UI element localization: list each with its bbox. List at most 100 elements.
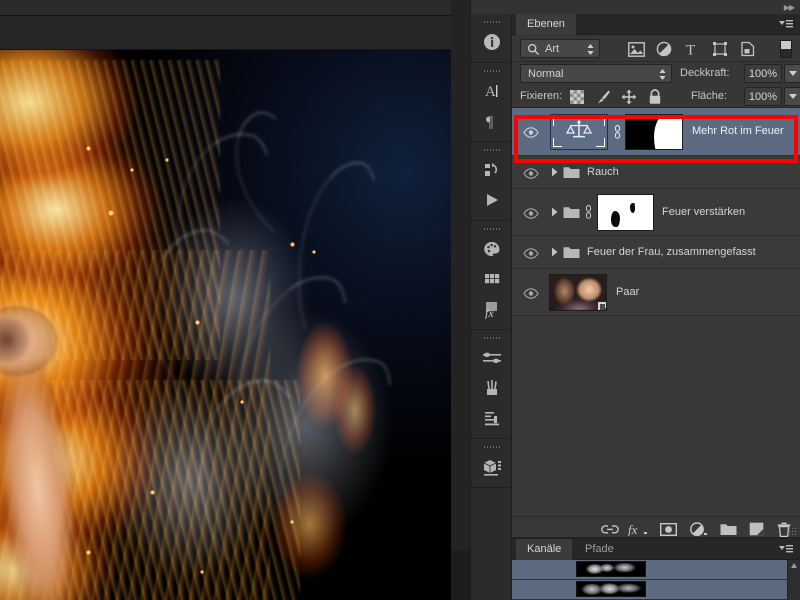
svg-text:¶: ¶ [486,114,494,131]
channels-scrollbar[interactable] [787,560,800,600]
brush-presets-panel-icon[interactable] [471,373,513,403]
color-panel-icon[interactable] [471,234,513,264]
opacity-dropdown-arrow[interactable] [784,64,800,83]
layer-list[interactable]: Mehr Rot im Feuer Rauch Feuer verstärken… [512,108,800,516]
lock-transparency-icon[interactable] [568,88,585,105]
blend-mode-select[interactable]: Normal [520,64,672,83]
actions-panel-icon[interactable] [471,185,513,215]
table-row[interactable]: Feuer der Frau, zusammengefasst [512,236,800,269]
table-row[interactable]: Feuer verstärken [512,189,800,236]
table-row[interactable]: Paar [512,269,800,316]
filter-shape-icon[interactable] [711,40,729,58]
tab-ebenen[interactable]: Ebenen [516,14,576,35]
layer-name[interactable]: Rauch [587,166,619,178]
artwork-canvas [0,50,451,600]
layer-name[interactable]: Mehr Rot im Feuer [692,125,784,137]
layer-thumbnail[interactable] [549,274,607,311]
brush-settings-panel-icon[interactable] [471,403,513,433]
scroll-up-arrow-icon[interactable] [791,563,797,568]
mask-link-icon[interactable] [583,205,594,219]
layer-name[interactable]: Paar [616,286,639,298]
layer-mask-thumbnail[interactable] [597,194,654,231]
lock-label: Fixieren: [520,90,563,102]
ember [195,320,200,325]
filter-type-icon[interactable]: T [683,40,701,58]
up-down-stepper-icon[interactable] [587,44,594,58]
rail-group-info [471,14,513,63]
history-panel-icon[interactable] [471,155,513,185]
info-panel-icon[interactable] [471,27,513,57]
ember [290,520,294,524]
paragraph-panel-icon[interactable]: ¶ [471,106,513,136]
layer-visibility-toggle[interactable] [522,205,540,221]
svg-text:T: T [686,43,695,58]
mask-base [598,195,653,230]
filter-kind-select[interactable]: Art [520,39,600,58]
layer-visibility-toggle[interactable] [522,165,540,181]
blend-mode-value: Normal [528,68,564,80]
lock-position-icon[interactable] [620,88,637,105]
ember [130,168,134,172]
canvas-right-gutter [451,0,470,550]
character-panel-icon[interactable]: A [471,76,513,106]
link-layers-button[interactable] [598,520,622,538]
tab-kanaele[interactable]: Kanäle [516,539,573,560]
panel-resize-grip[interactable] [788,527,797,536]
new-group-button[interactable] [716,520,740,538]
filter-adjustment-icon[interactable] [655,40,673,58]
up-down-stepper-icon[interactable] [659,69,666,83]
expand-panels-icon[interactable]: ▶▶ [784,3,795,12]
rail-grip[interactable] [484,147,500,152]
ember [150,490,155,495]
document-tabbar [0,16,470,50]
layer-name[interactable]: Feuer verstärken [662,206,745,218]
rail-grip[interactable] [484,226,500,231]
svg-text:fx: fx [628,522,638,536]
rail-grip[interactable] [484,335,500,340]
layer-mask-thumbnail[interactable] [625,114,683,150]
lock-row: Fixieren: Fläche: 100% [512,85,800,108]
tab-pfade[interactable]: Pfade [574,539,625,560]
rail-grip[interactable] [484,444,500,449]
opacity-input[interactable]: 100% [744,64,782,83]
new-adjustment-layer-button[interactable] [686,520,710,538]
group-expand-triangle-icon[interactable] [549,206,559,218]
list-item[interactable] [512,580,800,600]
group-expand-triangle-icon[interactable] [549,166,559,178]
swatches-panel-icon[interactable] [471,264,513,294]
flame-right-3 [260,450,370,600]
layer-style-button[interactable]: fx [626,520,650,538]
filter-pixel-icon[interactable] [627,40,645,58]
table-row[interactable]: Rauch [512,156,800,189]
rail-group-color: fx [471,221,513,330]
lock-all-padlock-icon[interactable] [646,88,663,105]
channel-thumbnail[interactable] [576,581,646,597]
channels-list[interactable] [512,560,800,600]
new-layer-button[interactable] [744,520,768,538]
mask-link-icon[interactable] [612,125,623,139]
add-layer-mask-button[interactable] [656,520,680,538]
layer-name[interactable]: Feuer der Frau, zusammengefasst [587,246,756,258]
list-item[interactable] [512,560,800,580]
rail-grip[interactable] [484,68,500,73]
group-expand-triangle-icon[interactable] [549,246,559,258]
styles-panel-icon[interactable]: fx [471,294,513,324]
panel-menu-icon[interactable] [778,543,794,556]
fill-dropdown-arrow[interactable] [784,87,800,106]
lock-image-pixels-icon[interactable] [594,88,611,105]
panel-menu-icon[interactable] [778,18,794,31]
3d-panel-icon[interactable] [471,452,513,482]
filter-smartobject-icon[interactable] [739,40,757,58]
layer-visibility-toggle[interactable] [522,124,540,140]
layer-visibility-toggle[interactable] [522,245,540,261]
adjustment-layer-thumbnail[interactable] [550,114,608,150]
fill-label: Fläche: [691,90,728,102]
table-row[interactable]: Mehr Rot im Feuer [512,108,800,156]
canvas-viewport[interactable] [0,50,451,600]
channel-thumbnail[interactable] [576,561,646,577]
filter-enable-switch[interactable] [780,40,792,58]
adjustments-panel-icon[interactable] [471,343,513,373]
rail-grip[interactable] [484,19,500,24]
fill-input[interactable]: 100% [744,87,782,106]
layer-visibility-toggle[interactable] [522,285,540,301]
